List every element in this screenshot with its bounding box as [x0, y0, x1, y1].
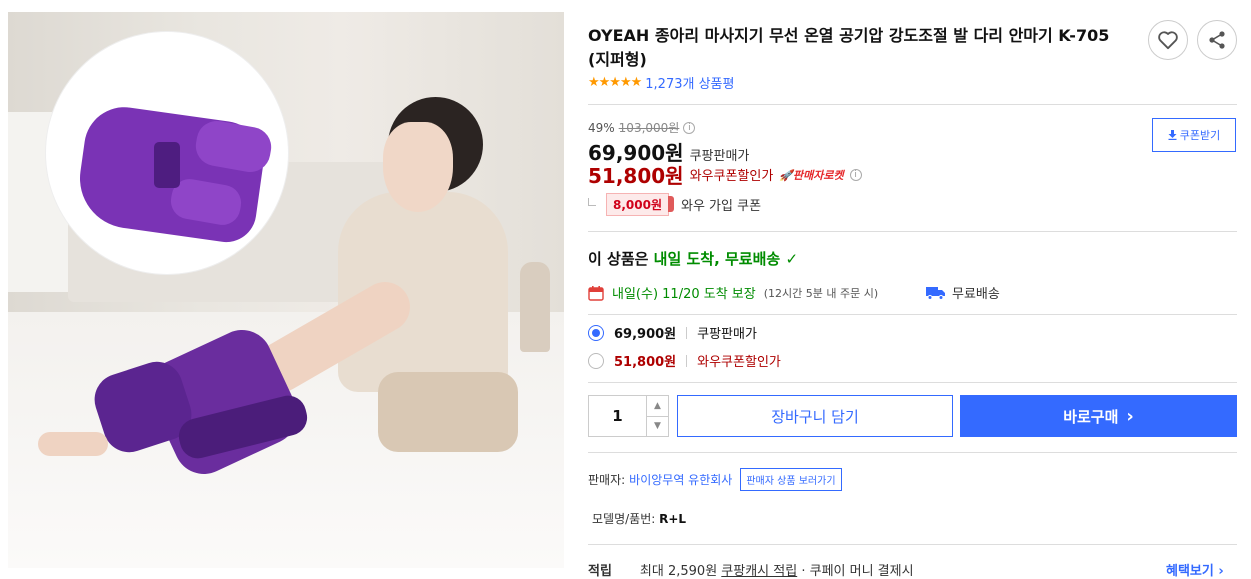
price-option[interactable]: 69,900원 쿠팡판매가 — [588, 323, 757, 342]
add-to-cart-button[interactable]: 장바구니 담기 — [677, 395, 953, 437]
quantity-value[interactable]: 1 — [589, 396, 646, 436]
product-image[interactable] — [8, 12, 564, 568]
calendar-icon — [588, 285, 604, 301]
seller-name-link[interactable]: 바이앙무역 유한회사 — [629, 471, 732, 488]
seller-shop-link[interactable]: 판매자 상품 보러가기 — [740, 468, 842, 491]
free-shipping-label: 무료배송 — [952, 287, 1000, 302]
get-coupon-button[interactable]: 쿠폰받기 — [1152, 118, 1236, 152]
points-label: 적립 — [588, 564, 612, 579]
discount-row: 49% 103,000원 i — [588, 119, 696, 136]
quantity-stepper[interactable]: 1 ▲ ▼ — [588, 395, 669, 437]
delivery-headline: 이 상품은 내일 도착, 무료배송 ✓ — [588, 248, 798, 269]
model-row: 모델명/품번: R+L — [592, 510, 686, 527]
free-shipping: 무료배송 — [926, 283, 1000, 302]
benefit-link[interactable]: 혜택보기 › — [1166, 560, 1224, 579]
wishlist-button[interactable] — [1148, 20, 1188, 60]
model-value: R+L — [659, 512, 687, 526]
image-inset-control-panel — [154, 142, 180, 188]
coupon-label: 와우 가입 쿠폰 — [681, 199, 762, 214]
seller-rocket-badge: 🚀판매자로켓 — [779, 167, 843, 183]
delivery-headline-prefix: 이 상품은 — [588, 250, 654, 268]
option-amount: 69,900원 — [614, 327, 677, 342]
seller-rocket-label: 판매자로켓 — [793, 168, 844, 182]
delivery-headline-highlight: 내일 도착, 무료배송 — [653, 250, 781, 268]
share-icon — [1209, 31, 1225, 49]
wow-price-row: 51,800원 와우쿠폰할인가 🚀판매자로켓 i — [588, 160, 862, 189]
buy-now-button[interactable]: 바로구매 › — [960, 395, 1237, 437]
chevron-right-icon: › — [1126, 405, 1134, 427]
points-text-suffix: · 쿠페이 머니 결제시 — [801, 564, 914, 579]
star-rating-icon: ★★★★★ — [588, 75, 642, 90]
image-foot — [38, 432, 108, 456]
image-person-shorts — [378, 372, 518, 452]
seller-label: 판매자: — [588, 473, 626, 487]
divider — [588, 231, 1237, 232]
points-row: 적립 최대 2,590원 쿠팡캐시 적립 · 쿠페이 머니 결제시 — [588, 560, 914, 579]
arrival-note: (12시간 5분 내 주문 시) — [763, 286, 879, 300]
points-cash-link[interactable]: 쿠팡캐시 적립 — [721, 564, 797, 579]
discount-rate: 49% — [588, 120, 615, 135]
corner-icon — [588, 197, 596, 206]
option-label: 와우쿠폰할인가 — [697, 355, 781, 370]
arrival-date: 내일(수) 11/20 도착 보장 — [612, 287, 756, 302]
divider — [588, 314, 1237, 315]
model-label: 모델명/품번: — [592, 512, 656, 526]
image-inset-circle — [46, 32, 288, 274]
product-title: OYEAH 종아리 마사지기 무선 온열 공기압 강도조절 발 다리 안마기 K… — [588, 26, 1110, 69]
get-coupon-label: 쿠폰받기 — [1179, 129, 1221, 142]
truck-icon — [926, 286, 945, 300]
original-price: 103,000원 — [618, 121, 680, 135]
price-option[interactable]: 51,800원 와우쿠폰할인가 — [588, 351, 781, 370]
add-to-cart-label: 장바구니 담기 — [771, 407, 859, 426]
wow-price: 51,800원 — [588, 164, 684, 188]
wow-price-label: 와우쿠폰할인가 — [689, 169, 774, 184]
rating[interactable]: ★★★★★ 1,273개 상품평 — [588, 73, 734, 92]
check-icon: ✓ — [785, 250, 799, 268]
points-text: 최대 2,590원 쿠팡캐시 적립 · 쿠페이 머니 결제시 — [640, 560, 914, 579]
info-icon[interactable]: i — [849, 168, 862, 181]
arrival-row: 내일(수) 11/20 도착 보장 (12시간 5분 내 주문 시) — [588, 283, 878, 302]
image-vase — [520, 262, 550, 352]
rocket-icon: 🚀 — [779, 168, 794, 182]
coupon-row: 8,000원 와우 가입 쿠폰 — [588, 193, 761, 216]
radio-selected[interactable] — [588, 324, 604, 341]
review-count-link[interactable]: 1,273개 상품평 — [645, 73, 734, 92]
seller-row: 판매자: 바이앙무역 유한회사 판매자 상품 보러가기 — [588, 468, 842, 491]
buy-now-label: 바로구매 — [1063, 407, 1119, 426]
separator — [686, 326, 688, 339]
coupon-amount-tag: 8,000원 — [606, 193, 674, 216]
divider — [588, 544, 1237, 545]
divider — [588, 452, 1237, 453]
points-text-prefix: 최대 2,590원 — [639, 564, 718, 579]
increase-icon[interactable]: ▲ — [647, 396, 668, 417]
decrease-icon[interactable]: ▼ — [647, 417, 668, 437]
divider — [588, 104, 1237, 105]
info-icon[interactable]: i — [683, 121, 696, 134]
separator — [686, 354, 688, 367]
heart-icon — [1158, 31, 1178, 50]
option-label: 쿠팡판매가 — [697, 327, 757, 342]
option-amount: 51,800원 — [614, 355, 677, 370]
download-icon — [1168, 130, 1177, 140]
divider — [588, 382, 1237, 383]
image-person-face — [383, 122, 453, 212]
quantity-steps: ▲ ▼ — [646, 396, 668, 436]
radio-unselected[interactable] — [588, 352, 604, 369]
share-button[interactable] — [1197, 20, 1237, 60]
